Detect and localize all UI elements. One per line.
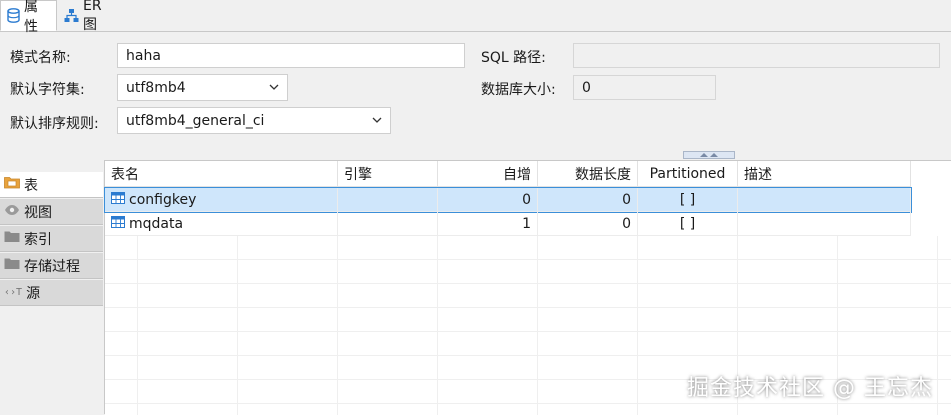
properties-form: 模式名称: haha SQL 路径: 默认字符集: utf8mb4 数据库大小:… <box>0 32 951 156</box>
er-diagram-icon <box>64 8 79 23</box>
watermark: 掘金技术社区 @ 王忘杰 <box>687 376 933 401</box>
tab-er-diagram[interactable]: ER 图 <box>58 0 124 33</box>
collation-select[interactable]: utf8mb4_general_ci <box>117 107 391 134</box>
table-data-length: 0 <box>538 188 638 212</box>
db-size-field[interactable]: 0 <box>573 75 716 100</box>
column-header-description[interactable]: 描述 <box>738 161 911 187</box>
column-header-partitioned[interactable]: Partitioned <box>638 161 738 187</box>
splitter-handle[interactable] <box>683 151 735 159</box>
eye-icon <box>4 204 20 220</box>
column-header-name[interactable]: 表名 <box>105 161 338 187</box>
charset-label: 默认字符集: <box>10 82 85 98</box>
table-engine <box>338 188 438 212</box>
table-partitioned[interactable]: [ ] <box>638 188 738 212</box>
sql-path-field[interactable] <box>573 43 940 68</box>
nav-item-label: 表 <box>24 177 38 194</box>
table-row[interactable]: mqdata 1 0 [ ] <box>105 212 951 236</box>
tab-properties[interactable]: 属性 <box>0 0 57 35</box>
source-icon: ‹›T <box>4 287 23 298</box>
column-header-engine[interactable]: 引擎 <box>338 161 438 187</box>
schema-name-value: haha <box>126 47 161 64</box>
table-auto-increment: 0 <box>438 188 538 212</box>
table-icon <box>111 191 125 208</box>
folder-icon <box>4 257 20 274</box>
chevron-down-icon <box>269 80 279 96</box>
table-partitioned[interactable]: [ ] <box>638 212 738 236</box>
collation-label: 默认排序规则: <box>10 116 99 132</box>
nav-item-label: 视图 <box>24 204 52 221</box>
nav-item-label: 索引 <box>24 231 52 248</box>
collation-value: utf8mb4_general_ci <box>126 112 265 129</box>
table-engine <box>338 212 438 236</box>
table-data-length: 0 <box>538 212 638 236</box>
tab-properties-label: 属性 <box>24 0 38 35</box>
nav-item-label: 存储过程 <box>24 258 80 275</box>
table-name: mqdata <box>129 215 184 232</box>
table-row[interactable]: configkey 0 0 [ ] <box>104 187 912 213</box>
nav-item-views[interactable]: 视图 <box>0 199 103 225</box>
table-icon <box>111 215 125 232</box>
tab-bar: 属性 ER 图 <box>0 0 951 35</box>
charset-select[interactable]: utf8mb4 <box>117 74 288 101</box>
schema-name-field[interactable]: haha <box>117 43 465 68</box>
db-size-value: 0 <box>582 79 591 96</box>
table-name: configkey <box>129 191 197 208</box>
chevron-down-icon <box>372 113 382 129</box>
tab-er-diagram-label: ER 图 <box>83 0 102 33</box>
nav-item-tables[interactable]: 表 <box>0 172 103 198</box>
schema-name-label: 模式名称: <box>10 50 71 66</box>
nav-item-label: 源 <box>26 285 41 302</box>
table-folder-icon <box>4 176 20 193</box>
table-description <box>738 188 911 212</box>
column-header-data-length[interactable]: 数据长度 <box>538 161 638 187</box>
column-header-auto-increment[interactable]: 自增 <box>438 161 538 187</box>
db-size-label: 数据库大小: <box>481 82 556 98</box>
sql-path-label: SQL 路径: <box>481 50 546 66</box>
table-description <box>738 212 911 236</box>
nav-item-procedures[interactable]: 存储过程 <box>0 253 103 279</box>
charset-value: utf8mb4 <box>126 79 186 96</box>
object-type-nav: 表 视图 索引 存储过程 ‹›T 源 <box>0 160 105 414</box>
table-auto-increment: 1 <box>438 212 538 236</box>
nav-item-indexes[interactable]: 索引 <box>0 226 103 252</box>
nav-item-source[interactable]: ‹›T 源 <box>0 280 103 306</box>
folder-icon <box>4 230 20 247</box>
database-icon <box>7 8 20 23</box>
